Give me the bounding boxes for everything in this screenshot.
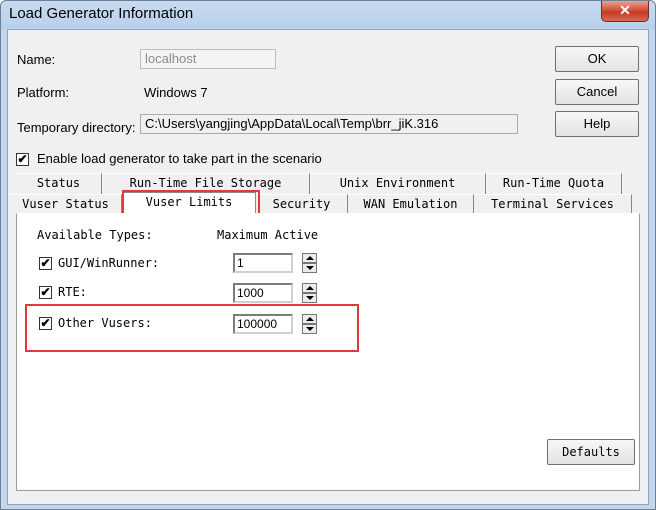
close-button[interactable]: ✕ [601, 1, 649, 22]
name-field: localhost [140, 49, 276, 69]
tab-security[interactable]: Security [256, 194, 348, 215]
dialog-client: Name: localhost Platform: Windows 7 Temp… [7, 29, 649, 505]
window-title: Load Generator Information [9, 5, 194, 22]
gui-winrunner-max-input[interactable]: 1 [233, 253, 293, 273]
arrow-up-icon[interactable] [302, 253, 317, 263]
help-button[interactable]: Help [555, 111, 639, 137]
other-vusers-highlight [25, 304, 359, 352]
tab-vuser-status[interactable]: Vuser Status [10, 194, 122, 215]
name-label: Name: [17, 52, 56, 67]
enable-checkbox-label: Enable load generator to take part in th… [37, 151, 322, 166]
gui-winrunner-label: GUI/WinRunner: [58, 256, 160, 270]
tab-unix-environment[interactable]: Unix Environment [310, 173, 486, 194]
dialog-window: Load Generator Information ✕ Name: local… [0, 0, 656, 510]
tab-status[interactable]: Status [16, 173, 102, 194]
check-mark-icon: ✔ [40, 285, 51, 299]
gui-winrunner-spinner[interactable] [302, 253, 317, 273]
check-mark-icon: ✔ [17, 152, 28, 166]
rte-label: RTE: [58, 285, 87, 299]
tab-wan-emulation[interactable]: WAN Emulation [348, 194, 474, 215]
enable-checkbox[interactable]: ✔ [16, 153, 29, 166]
tab-terminal-services[interactable]: Terminal Services [474, 194, 632, 215]
title-bar: Load Generator Information ✕ [1, 1, 655, 28]
temp-dir-field[interactable]: C:\Users\yangjing\AppData\Local\Temp\brr… [140, 114, 518, 134]
rte-checkbox[interactable]: ✔ [39, 286, 52, 299]
ok-button[interactable]: OK [555, 46, 639, 72]
arrow-up-icon[interactable] [302, 283, 317, 293]
temp-dir-label: Temporary directory: [17, 120, 136, 135]
arrow-down-icon[interactable] [302, 293, 317, 303]
rte-spinner[interactable] [302, 283, 317, 303]
vuser-limits-panel: Available Types: Maximum Active ✔ GUI/Wi… [16, 213, 640, 491]
rte-max-input[interactable]: 1000 [233, 283, 293, 303]
maximum-active-header: Maximum Active [217, 228, 319, 242]
arrow-down-icon[interactable] [302, 263, 317, 273]
close-icon: ✕ [619, 2, 631, 18]
tab-run-time-quota[interactable]: Run-Time Quota [486, 173, 622, 194]
check-mark-icon: ✔ [40, 256, 51, 270]
available-types-header: Available Types: [37, 228, 153, 242]
cancel-button[interactable]: Cancel [555, 79, 639, 105]
platform-label: Platform: [17, 85, 70, 100]
platform-value: Windows 7 [144, 85, 208, 100]
defaults-button[interactable]: Defaults [547, 439, 635, 465]
gui-winrunner-checkbox[interactable]: ✔ [39, 257, 52, 270]
